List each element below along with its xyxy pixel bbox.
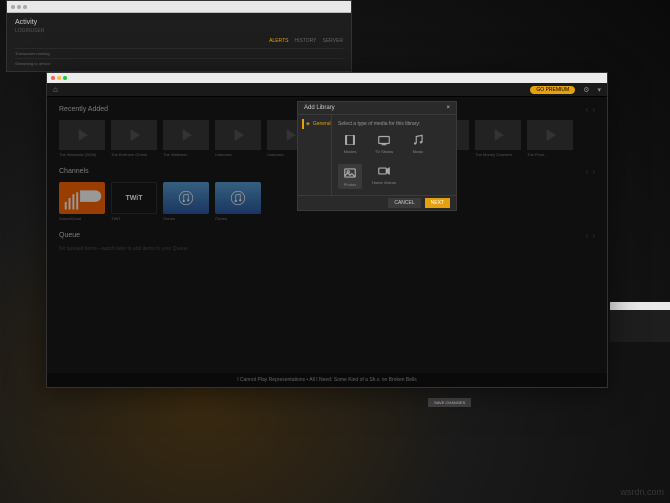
premium-button[interactable]: GO PREMIUM	[530, 86, 575, 94]
activity-row: Transcoder running	[15, 48, 343, 58]
activity-title: Activity	[15, 19, 343, 26]
music-icon	[411, 133, 425, 147]
browser-chrome	[47, 73, 607, 83]
settings-icon[interactable]: ⚙	[583, 86, 589, 94]
watermark: wsrdn.com	[620, 487, 664, 497]
tab-history[interactable]: HISTORY	[294, 38, 316, 44]
library-type-home-videos[interactable]: Home Videos	[372, 164, 396, 189]
library-type-photos[interactable]: Photos	[338, 164, 362, 189]
modal-title: Add Library	[304, 105, 335, 111]
tv-icon	[377, 133, 391, 147]
close-icon[interactable]: ×	[446, 105, 450, 111]
home-icon[interactable]: ⌂	[53, 85, 58, 94]
browser-chrome	[7, 1, 351, 13]
activity-row: Streaming to device	[15, 58, 343, 68]
user-icon[interactable]: ▾	[597, 86, 601, 94]
modal-tab-general[interactable]: ◈ General	[302, 119, 327, 129]
settings-fragment: INCLUDE IN DASHBOARD SAVE CHANGES	[340, 383, 650, 443]
tag-icon: ◈	[306, 121, 310, 127]
background-browser-window: Activity LOGINUSER ALERTS HISTORY SERVER…	[6, 0, 352, 72]
photo-icon	[343, 166, 357, 180]
cancel-button[interactable]: CANCEL	[388, 198, 420, 208]
tab-alerts[interactable]: ALERTS	[269, 38, 288, 44]
activity-tabs: ALERTS HISTORY SERVER	[15, 38, 343, 44]
main-browser-window: ⌂ GO PREMIUM ⚙ ▾ Recently Added ‹› The I…	[46, 72, 608, 388]
right-browser-fragment	[610, 302, 670, 342]
add-library-modal: Add Library × ◈ General Select a type of…	[297, 101, 457, 211]
activity-subtitle: LOGINUSER	[15, 28, 343, 34]
modal-prompt: Select a type of media for this library:	[338, 121, 450, 127]
library-type-movies[interactable]: Movies	[338, 133, 362, 154]
now-playing-bar[interactable]: I Cannot Play Representations • All I Ne…	[47, 373, 607, 387]
film-icon	[343, 133, 357, 147]
modal-overlay: Add Library × ◈ General Select a type of…	[47, 97, 607, 387]
video-icon	[377, 164, 391, 178]
library-type-tv[interactable]: TV Shows	[372, 133, 396, 154]
tab-server[interactable]: SERVER	[323, 38, 343, 44]
next-button[interactable]: NEXT	[425, 198, 450, 208]
save-changes-button[interactable]: SAVE CHANGES	[428, 398, 471, 407]
library-type-music[interactable]: Music	[406, 133, 430, 154]
app-topbar: ⌂ GO PREMIUM ⚙ ▾	[47, 83, 607, 97]
